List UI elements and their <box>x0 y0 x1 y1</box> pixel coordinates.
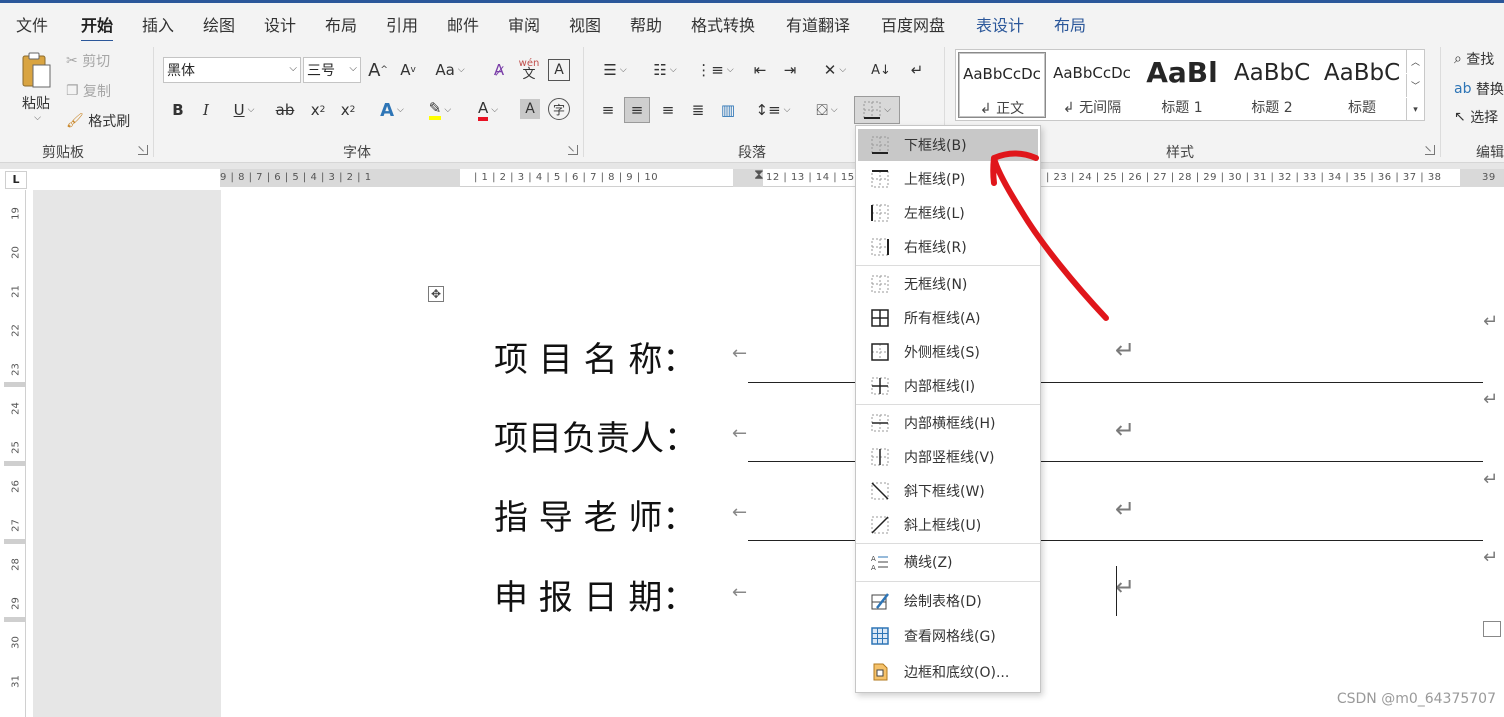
annotation-arrow-icon <box>990 150 1109 321</box>
watermark: CSDN @m0_64375707 <box>1336 691 1496 707</box>
word-window: 文件 开始 插入 绘图 设计 布局 引用 邮件 审阅 视图 帮助 格式转换 有道… <box>0 0 1504 717</box>
